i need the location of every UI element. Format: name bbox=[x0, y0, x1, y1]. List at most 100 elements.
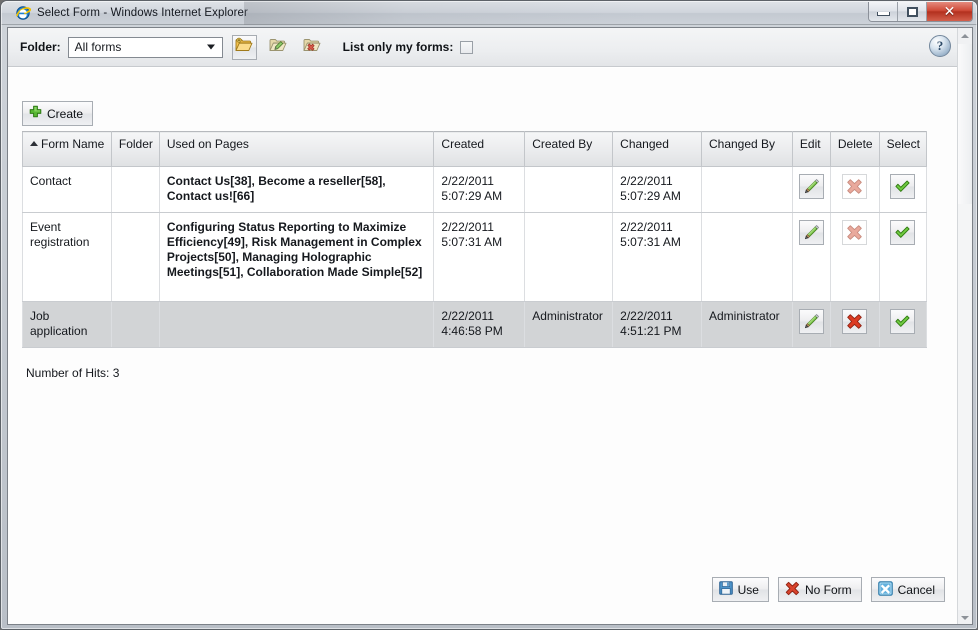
delete-form-button[interactable] bbox=[842, 174, 868, 199]
no-form-button[interactable]: No Form bbox=[777, 577, 862, 602]
pencil-icon bbox=[803, 224, 820, 245]
table-row[interactable]: Contact Contact Us[38], Become a reseller… bbox=[22, 166, 928, 213]
column-header-form-name-label: Form Name bbox=[41, 137, 105, 151]
pencil-icon bbox=[803, 313, 820, 334]
minimize-icon bbox=[876, 11, 890, 16]
cell-folder bbox=[110, 212, 160, 302]
folder-select[interactable]: All forms bbox=[67, 36, 223, 58]
column-header-changed[interactable]: Changed bbox=[612, 131, 702, 167]
delete-x-icon bbox=[846, 313, 863, 334]
red-x-icon bbox=[785, 581, 800, 599]
cell-form-name: Event registration bbox=[22, 212, 112, 302]
cell-used-on-pages bbox=[158, 301, 435, 348]
cell-edit bbox=[791, 301, 831, 348]
browser-window: Select Form - Windows Internet Explorer … bbox=[0, 0, 978, 630]
delete-folder-button[interactable] bbox=[300, 35, 325, 60]
scrollbar-thumb[interactable] bbox=[958, 44, 972, 204]
pencil-icon bbox=[803, 178, 820, 199]
toolbar: Folder: All forms List only my forms: ? bbox=[8, 28, 959, 67]
cell-created-by: Administrator bbox=[524, 301, 614, 348]
chevron-up-icon bbox=[961, 34, 969, 38]
folder-label: Folder: bbox=[20, 40, 61, 54]
window-controls: ✕ bbox=[868, 2, 973, 22]
new-folder-button[interactable] bbox=[231, 34, 257, 60]
cancel-button-label: Cancel bbox=[897, 582, 935, 597]
create-button-label: Create bbox=[47, 106, 84, 121]
table-row[interactable]: Event registration Configuring Status Rep… bbox=[22, 212, 928, 302]
maximize-button[interactable] bbox=[898, 2, 927, 21]
column-header-edit[interactable]: Edit bbox=[791, 131, 831, 167]
maximize-icon bbox=[906, 6, 918, 17]
cell-delete bbox=[829, 212, 880, 302]
help-button[interactable]: ? bbox=[929, 35, 951, 57]
column-header-folder[interactable]: Folder bbox=[110, 131, 160, 167]
table-row[interactable]: Job application 2/22/2011 4:46:58 PM Admini… bbox=[22, 301, 928, 348]
use-button-label: Use bbox=[737, 582, 759, 597]
cell-created-by bbox=[524, 166, 614, 213]
delete-folder-icon bbox=[303, 37, 321, 58]
delete-form-button[interactable] bbox=[842, 309, 868, 334]
list-only-my-forms-label: List only my forms: bbox=[342, 40, 454, 54]
header-row: Form Name Folder Used on Pages Created C… bbox=[22, 131, 928, 167]
title-bar[interactable]: Select Form - Windows Internet Explorer … bbox=[1, 1, 977, 25]
column-header-delete[interactable]: Delete bbox=[829, 131, 880, 167]
cell-edit bbox=[791, 166, 831, 213]
resize-grip[interactable] bbox=[962, 615, 974, 627]
help-icon: ? bbox=[929, 35, 951, 57]
close-icon: ✕ bbox=[943, 3, 956, 20]
column-header-created-by[interactable]: Created By bbox=[524, 131, 614, 167]
delete-x-icon bbox=[846, 224, 863, 245]
column-header-form-name[interactable]: Form Name bbox=[22, 131, 112, 167]
vertical-scrollbar[interactable] bbox=[957, 28, 972, 624]
column-header-changed-by[interactable]: Changed By bbox=[700, 131, 793, 167]
close-button[interactable]: ✕ bbox=[927, 2, 972, 21]
cell-changed: 2/22/2011 4:51:21 PM bbox=[612, 301, 702, 348]
select-form-button[interactable] bbox=[890, 174, 916, 199]
dialog-buttons: Use No Form Cancel bbox=[703, 577, 945, 602]
checkmark-icon bbox=[894, 178, 911, 199]
scroll-up-button[interactable] bbox=[958, 28, 972, 44]
blue-x-icon bbox=[877, 580, 893, 599]
cell-changed-by bbox=[700, 166, 793, 213]
edit-form-button[interactable] bbox=[798, 309, 824, 334]
new-folder-icon bbox=[235, 37, 253, 58]
select-form-button[interactable] bbox=[890, 309, 916, 334]
cell-folder bbox=[110, 166, 160, 213]
list-only-my-forms-checkbox[interactable] bbox=[460, 40, 474, 54]
plus-icon bbox=[28, 105, 43, 123]
use-button[interactable]: Use bbox=[711, 577, 769, 602]
delete-form-button[interactable] bbox=[842, 220, 868, 245]
edit-form-button[interactable] bbox=[798, 174, 824, 199]
cell-select bbox=[878, 212, 928, 302]
cell-created: 2/22/2011 5:07:31 AM bbox=[433, 212, 526, 302]
column-header-used-on-pages[interactable]: Used on Pages bbox=[158, 131, 435, 167]
select-form-button[interactable] bbox=[890, 220, 916, 245]
cell-select bbox=[878, 301, 928, 348]
create-button[interactable]: Create bbox=[22, 101, 94, 126]
no-form-button-label: No Form bbox=[804, 582, 852, 597]
edit-folder-icon bbox=[269, 37, 287, 58]
cancel-button[interactable]: Cancel bbox=[870, 577, 945, 602]
content-area: Create Form Name Folder Used on Pages Cr… bbox=[8, 68, 959, 624]
delete-x-icon bbox=[846, 178, 863, 199]
edit-form-button[interactable] bbox=[798, 220, 824, 245]
cell-folder bbox=[110, 301, 160, 348]
forms-table-body: Contact Contact Us[38], Become a reseller… bbox=[22, 166, 928, 348]
cell-select bbox=[878, 166, 928, 213]
cell-form-name: Job application bbox=[22, 301, 112, 348]
internet-explorer-icon bbox=[15, 5, 32, 21]
client-area: Folder: All forms List only my forms: ? … bbox=[7, 27, 973, 625]
minimize-button[interactable] bbox=[869, 2, 898, 21]
cell-created: 2/22/2011 5:07:29 AM bbox=[433, 166, 526, 213]
column-header-select[interactable]: Select bbox=[878, 131, 928, 167]
cell-used-on-pages: Configuring Status Reporting to Maximize… bbox=[158, 212, 435, 302]
window-title: Select Form - Windows Internet Explorer bbox=[37, 7, 248, 19]
forms-table: Form Name Folder Used on Pages Created C… bbox=[22, 131, 928, 348]
cell-changed-by bbox=[700, 212, 793, 302]
checkmark-icon bbox=[894, 313, 911, 334]
edit-folder-button[interactable] bbox=[266, 35, 291, 60]
chevron-down-icon bbox=[206, 44, 215, 50]
column-header-created[interactable]: Created bbox=[433, 131, 526, 167]
folder-select-value: All forms bbox=[74, 40, 122, 54]
save-floppy-icon bbox=[718, 581, 733, 598]
